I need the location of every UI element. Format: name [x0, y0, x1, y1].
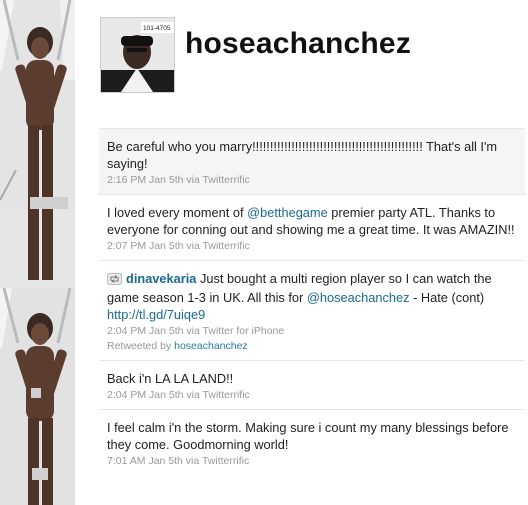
tweet-timeline: Be careful who you marry!!!!!!!!!!!!!!!!…: [99, 128, 525, 475]
tweet-meta[interactable]: 2:07 PM Jan 5th via Twitterrific: [107, 240, 517, 252]
tweet-meta[interactable]: 2:04 PM Jan 5th via Twitter for iPhone: [107, 325, 517, 337]
tweet-text: I loved every moment of @betthegame prem…: [107, 204, 517, 238]
mention-link[interactable]: @hoseachanchez: [307, 290, 410, 305]
tweet-text-part: I loved every moment of: [107, 205, 248, 220]
tweet-meta[interactable]: 7:01 AM Jan 5th via Twitterrific: [107, 455, 517, 467]
retweeted-by-label: Retweeted by: [107, 340, 175, 352]
retweeted-by-user-link[interactable]: hoseachanchez: [174, 340, 248, 352]
retweeted-by: Retweeted by hoseachanchez: [107, 340, 517, 352]
profile-username: hoseachanchez: [185, 27, 412, 60]
tweet-meta[interactable]: 2:04 PM Jan 5th via Twitterrific: [107, 389, 517, 401]
tweet-text-part: - Hate (cont): [409, 290, 485, 305]
tweet-text: Be careful who you marry!!!!!!!!!!!!!!!!…: [107, 139, 498, 171]
tweet-meta[interactable]: 2:16 PM Jan 5th via Twitterrific: [107, 174, 517, 186]
background-photo-top: [0, 0, 75, 210]
tweet-text: Back i'n LA LA LAND!!: [107, 371, 234, 386]
tweet-url-link[interactable]: http://tl.gd/7uiqe9: [107, 307, 205, 322]
mention-link[interactable]: @betthegame: [247, 205, 328, 220]
tweet-item: I loved every moment of @betthegame prem…: [99, 194, 525, 260]
tweet-text: I feel calm i'n the storm. Making sure i…: [107, 420, 509, 452]
background-photo-bottom: [0, 288, 75, 505]
tweet-item: Be careful who you marry!!!!!!!!!!!!!!!!…: [99, 128, 525, 194]
retweet-author-link[interactable]: dinavekaria: [126, 271, 196, 286]
tweet-item-retweet: dinavekaria Just bought a multi region p…: [99, 260, 525, 360]
avatar-badge: 101-4705: [143, 25, 171, 32]
tweet-item: Back i'n LA LA LAND!! 2:04 PM Jan 5th vi…: [99, 360, 525, 409]
user-photo-icon: 101-4705: [101, 18, 174, 92]
profile-avatar[interactable]: 101-4705: [100, 17, 175, 93]
tweet-item: I feel calm i'n the storm. Making sure i…: [99, 409, 525, 475]
tweet-text: dinavekaria Just bought a multi region p…: [107, 270, 517, 323]
retweet-icon: [107, 272, 122, 289]
